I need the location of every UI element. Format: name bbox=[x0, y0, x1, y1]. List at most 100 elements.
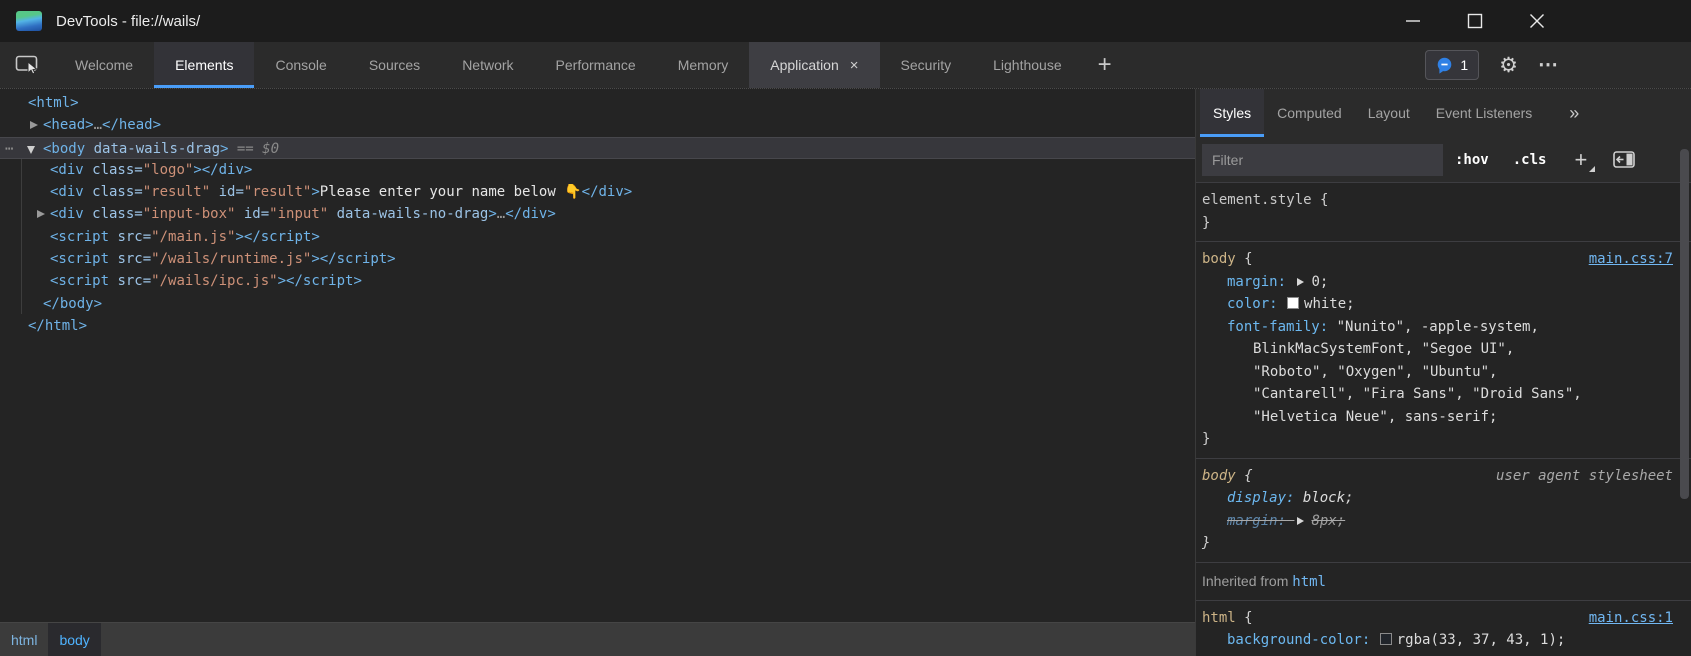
tab-welcome[interactable]: Welcome bbox=[54, 42, 154, 88]
tab-label: Sources bbox=[369, 57, 420, 73]
close-icon bbox=[1529, 13, 1545, 29]
tab-memory[interactable]: Memory bbox=[657, 42, 750, 88]
tab-network[interactable]: Network bbox=[441, 42, 534, 88]
dom-node-row[interactable]: <script src="/main.js"></script> bbox=[0, 226, 1195, 248]
tab-layout[interactable]: Layout bbox=[1355, 89, 1423, 137]
rule-selector[interactable]: html bbox=[1202, 610, 1236, 626]
css-property-value: block; bbox=[1303, 490, 1354, 506]
code-token: id= bbox=[210, 184, 244, 200]
code-token: <div bbox=[50, 162, 84, 178]
pseudo-class-toggle[interactable]: :hov bbox=[1455, 152, 1489, 168]
collapse-arrow-icon[interactable] bbox=[37, 210, 45, 218]
dom-node-row[interactable]: </body> bbox=[0, 293, 1195, 315]
inherited-from-header: Inherited from html bbox=[1196, 563, 1691, 601]
open-brace: { bbox=[1236, 468, 1253, 484]
devtools-app-icon bbox=[16, 11, 42, 31]
dom-node-row[interactable]: <script src="/wails/runtime.js"></script… bbox=[0, 248, 1195, 270]
css-declaration[interactable]: margin: 0; bbox=[1202, 271, 1671, 294]
code-token: == $0 bbox=[228, 141, 279, 157]
breadcrumb-html[interactable]: html bbox=[0, 623, 48, 656]
close-tab-icon[interactable]: × bbox=[850, 57, 859, 74]
expand-shorthand-icon[interactable] bbox=[1297, 278, 1304, 286]
expand-arrow-icon[interactable] bbox=[27, 146, 35, 154]
dom-node-row[interactable]: ⋯<body data-wails-drag> == $0 bbox=[0, 137, 1195, 159]
issues-count: 1 bbox=[1460, 57, 1468, 73]
code-token: ></script> bbox=[311, 251, 395, 267]
code-token: </head> bbox=[102, 117, 161, 133]
tab-application[interactable]: Application× bbox=[749, 42, 879, 88]
open-brace: { bbox=[1236, 610, 1253, 626]
css-property-value: 0; bbox=[1311, 274, 1328, 290]
color-swatch[interactable] bbox=[1287, 297, 1299, 309]
more-options-icon[interactable]: ⋯ bbox=[1538, 55, 1560, 75]
devtools-content: <html><head>…</head>⋯<body data-wails-dr… bbox=[0, 88, 1691, 656]
tab-security[interactable]: Security bbox=[880, 42, 973, 88]
code-token: "result" bbox=[244, 184, 311, 200]
breadcrumb-body[interactable]: body bbox=[48, 623, 100, 656]
rule-selector[interactable]: body bbox=[1202, 251, 1236, 267]
css-property-value: 8px; bbox=[1311, 513, 1345, 529]
dom-node-row[interactable]: <script src="/wails/ipc.js"></script> bbox=[0, 270, 1195, 292]
code-token: "/wails/runtime.js" bbox=[151, 251, 311, 267]
stylesheet-source-link[interactable]: main.css:1 bbox=[1589, 607, 1673, 630]
code-token: <script bbox=[50, 229, 109, 245]
dom-node-row[interactable]: <div class="input-box" id="input" data-w… bbox=[0, 203, 1195, 225]
add-tab-button[interactable]: + bbox=[1083, 42, 1127, 88]
stylesheet-source-link[interactable]: main.css:7 bbox=[1589, 248, 1673, 271]
css-property-name: margin: bbox=[1227, 274, 1286, 290]
tab-label: Console bbox=[275, 57, 326, 73]
styles-scrollbar[interactable] bbox=[1680, 149, 1689, 499]
tab-sources[interactable]: Sources bbox=[348, 42, 441, 88]
css-declaration[interactable]: background-color: rgba(33, 37, 43, 1); bbox=[1202, 629, 1671, 652]
css-declaration[interactable]: margin: 8px; bbox=[1202, 510, 1671, 533]
style-rule: html { main.css:1background-color: rgba(3… bbox=[1196, 601, 1691, 656]
dom-node-row[interactable]: </html> bbox=[0, 315, 1195, 337]
tab-console[interactable]: Console bbox=[254, 42, 347, 88]
expand-shorthand-icon[interactable] bbox=[1297, 517, 1304, 525]
new-style-rule-button[interactable]: + bbox=[1574, 149, 1587, 171]
dom-node-row[interactable]: <html> bbox=[0, 92, 1195, 114]
code-token: class= bbox=[84, 184, 143, 200]
rule-selector[interactable]: element.style bbox=[1202, 192, 1312, 208]
code-token: "input" bbox=[269, 206, 328, 222]
dom-node-row[interactable]: <head>…</head> bbox=[0, 114, 1195, 136]
inspect-element-button[interactable] bbox=[0, 42, 54, 88]
minimize-button[interactable] bbox=[1390, 0, 1436, 42]
css-value-wrapped-line: "Cantarell", "Fira Sans", "Droid Sans", bbox=[1253, 383, 1671, 406]
css-declaration[interactable]: display: block; bbox=[1202, 487, 1671, 510]
maximize-button[interactable] bbox=[1452, 0, 1498, 42]
styles-filter-input[interactable] bbox=[1202, 144, 1443, 176]
tab-styles[interactable]: Styles bbox=[1200, 89, 1264, 137]
inherited-node-link[interactable]: html bbox=[1292, 574, 1326, 590]
css-property-name: font-family: bbox=[1227, 319, 1328, 335]
code-token: class= bbox=[84, 162, 143, 178]
code-token: src= bbox=[109, 229, 151, 245]
toggle-sidebar-button[interactable] bbox=[1613, 151, 1635, 168]
dom-node-row[interactable]: <div class="logo"></div> bbox=[0, 159, 1195, 181]
settings-gear-icon[interactable]: ⚙ bbox=[1499, 55, 1518, 76]
dom-node-row[interactable]: <div class="result" id="result">Please e… bbox=[0, 181, 1195, 203]
overflow-tabs-icon[interactable]: » bbox=[1569, 103, 1579, 124]
close-button[interactable] bbox=[1514, 0, 1560, 42]
code-token: </body> bbox=[43, 296, 102, 312]
style-rule: element.style {} bbox=[1196, 183, 1691, 242]
code-token: data-wails-drag bbox=[85, 141, 220, 157]
rule-selector[interactable]: body bbox=[1202, 468, 1236, 484]
tab-computed[interactable]: Computed bbox=[1264, 89, 1355, 137]
issues-counter-button[interactable]: 1 bbox=[1425, 50, 1479, 80]
class-toggle[interactable]: .cls bbox=[1513, 152, 1547, 168]
css-declaration[interactable]: color: white; bbox=[1202, 293, 1671, 316]
toolbar-right-cluster: 1 ⚙ ⋯ bbox=[1425, 42, 1560, 88]
tab-performance[interactable]: Performance bbox=[535, 42, 657, 88]
elements-panel: <html><head>…</head>⋯<body data-wails-dr… bbox=[0, 89, 1196, 656]
code-token: "input-box" bbox=[143, 206, 236, 222]
close-brace: } bbox=[1202, 428, 1671, 451]
css-declaration[interactable]: font-family: "Nunito", -apple-system,Bli… bbox=[1202, 316, 1671, 429]
code-token: </html> bbox=[28, 318, 87, 334]
color-swatch[interactable] bbox=[1380, 633, 1392, 645]
css-declaration[interactable]: text-align: center; bbox=[1202, 652, 1671, 656]
collapse-arrow-icon[interactable] bbox=[30, 121, 38, 129]
tab-elements[interactable]: Elements bbox=[154, 42, 254, 88]
tab-lighthouse[interactable]: Lighthouse bbox=[972, 42, 1083, 88]
tab-event-listeners[interactable]: Event Listeners bbox=[1423, 89, 1546, 137]
